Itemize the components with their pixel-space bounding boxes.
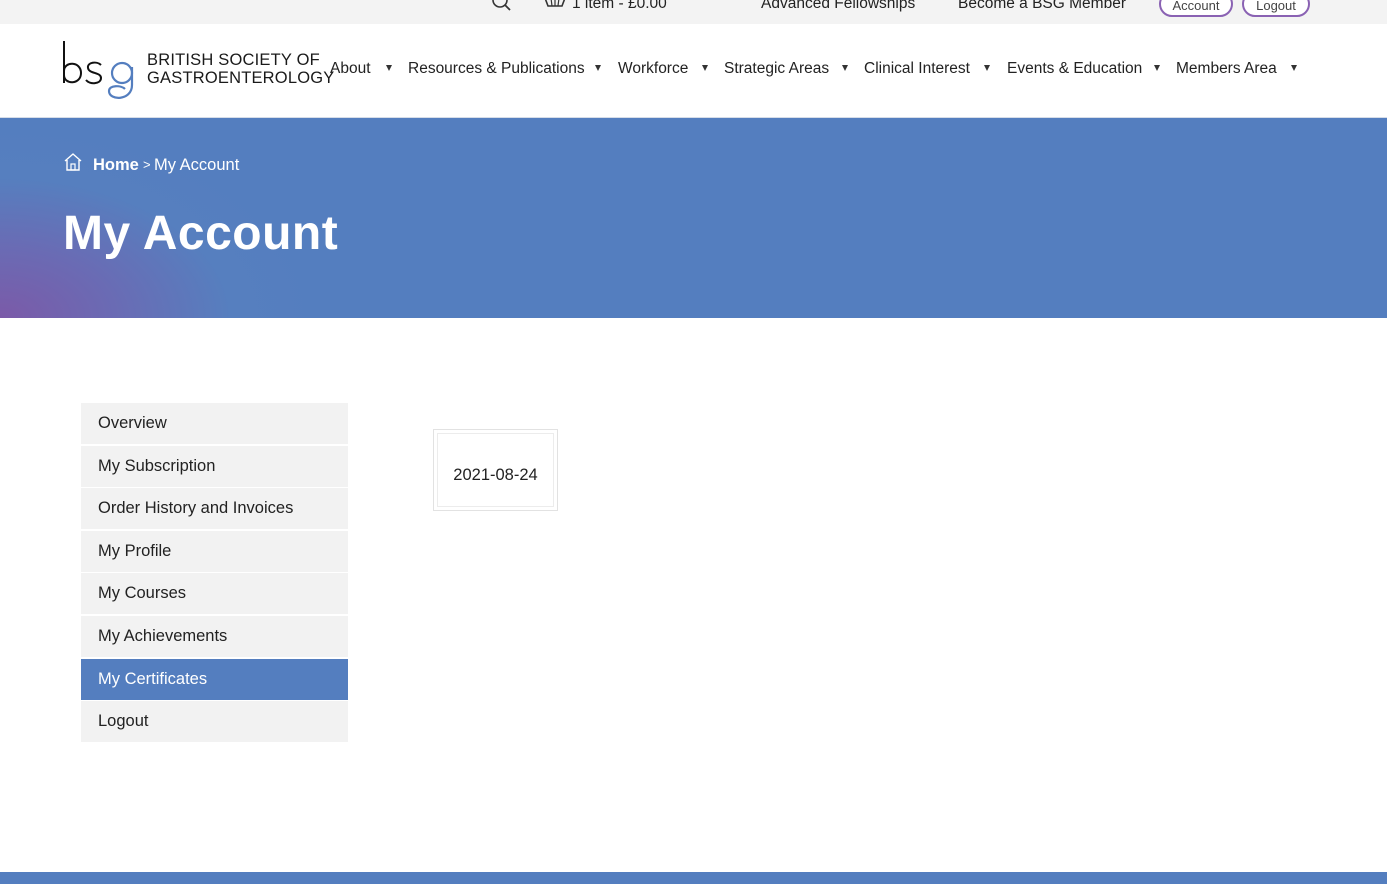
bsg-logo[interactable]: BRITISH SOCIETY OF GASTROENTEROLOGY	[61, 39, 334, 103]
site-header: BRITISH SOCIETY OF GASTROENTEROLOGY Abou…	[0, 24, 1387, 118]
nav-label: Workforce	[618, 60, 689, 77]
org-name-line2: GASTROENTEROLOGY	[147, 69, 335, 87]
certificate-card[interactable]: 2021-08-24	[433, 429, 558, 511]
cart-summary[interactable]: 1 item - £0.00	[572, 0, 667, 13]
nav-label: Resources & Publications	[408, 60, 585, 77]
bsg-logo-mark	[63, 41, 134, 99]
org-name-line1: BRITISH SOCIETY OF	[147, 51, 320, 69]
certificate-date: 2021-08-24	[453, 466, 538, 484]
account-nav-logout[interactable]: Logout	[81, 701, 348, 743]
nav-clinical-interest[interactable]: Clinical Interest	[864, 60, 990, 78]
become-member-link[interactable]: Become a BSG Member	[958, 0, 1126, 13]
basket-icon[interactable]	[544, 0, 566, 12]
page-hero: Home > My Account My Account	[0, 118, 1387, 318]
nav-label: Clinical Interest	[864, 60, 970, 77]
nav-strategic-areas[interactable]: Strategic Areas	[724, 60, 848, 78]
advanced-fellowships-link[interactable]: Advanced Fellowships	[761, 0, 915, 13]
nav-label: Members Area	[1176, 60, 1277, 77]
account-nav-courses[interactable]: My Courses	[81, 573, 348, 615]
nav-events-education[interactable]: Events & Education	[1007, 60, 1160, 78]
caret-down-icon	[386, 65, 392, 71]
account-nav-achievements[interactable]: My Achievements	[81, 615, 348, 657]
nav-members-area[interactable]: Members Area	[1176, 60, 1297, 78]
logout-top-button[interactable]: Logout	[1242, 0, 1310, 17]
nav-label: Events & Education	[1007, 60, 1143, 77]
caret-down-icon	[702, 65, 708, 71]
caret-down-icon	[842, 65, 848, 71]
breadcrumb-separator: >	[143, 157, 151, 172]
account-nav-profile[interactable]: My Profile	[81, 530, 348, 572]
caret-down-icon	[1291, 65, 1297, 71]
nav-about[interactable]: About	[330, 60, 392, 78]
breadcrumb-current: My Account	[154, 156, 240, 174]
site-footer	[0, 872, 1387, 884]
search-icon[interactable]	[491, 0, 513, 12]
utility-bar: 1 item - £0.00 Advanced Fellowships Beco…	[0, 0, 1387, 24]
nav-workforce[interactable]: Workforce	[618, 60, 708, 78]
nav-label: About	[330, 60, 371, 77]
caret-down-icon	[984, 65, 990, 71]
account-nav-overview[interactable]: Overview	[81, 403, 348, 444]
page-title: My Account	[63, 207, 339, 260]
account-button[interactable]: Account	[1159, 0, 1233, 17]
nav-resources-publications[interactable]: Resources & Publications	[408, 60, 601, 78]
account-navigation: Overview My Subscription Order History a…	[81, 403, 348, 744]
account-nav-order-history[interactable]: Order History and Invoices	[81, 488, 348, 530]
caret-down-icon	[1154, 65, 1160, 71]
account-nav-subscription[interactable]: My Subscription	[81, 445, 348, 487]
account-nav-certificates[interactable]: My Certificates	[81, 658, 348, 700]
home-icon[interactable]	[63, 152, 83, 172]
org-name: BRITISH SOCIETY OF GASTROENTEROLOGY	[147, 51, 334, 87]
caret-down-icon	[595, 65, 601, 71]
breadcrumb-home-link[interactable]: Home	[93, 156, 139, 175]
nav-label: Strategic Areas	[724, 60, 830, 77]
